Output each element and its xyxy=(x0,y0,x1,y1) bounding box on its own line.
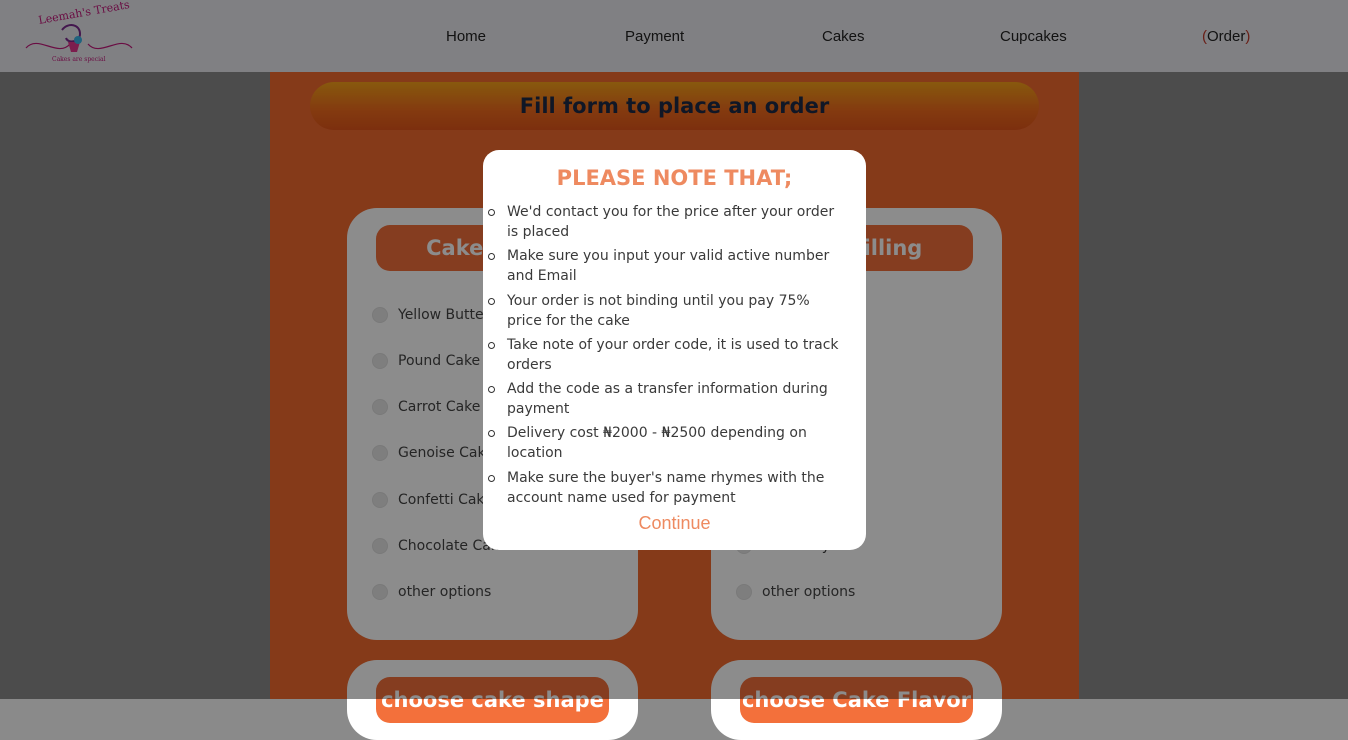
modal-title: PLEASE NOTE THAT; xyxy=(556,166,793,190)
bullet-icon xyxy=(488,386,495,394)
note-modal: PLEASE NOTE THAT; We'd contact you for t… xyxy=(483,150,866,550)
note-item: Delivery cost ₦2000 - ₦2500 depending on… xyxy=(488,423,847,463)
notes-list: We'd contact you for the price after you… xyxy=(488,202,847,512)
note-item: Take note of your order code, it is used… xyxy=(488,335,847,375)
bullet-icon xyxy=(488,297,495,305)
continue-button[interactable]: Continue xyxy=(483,513,866,534)
bullet-icon xyxy=(488,253,495,261)
bullet-icon xyxy=(488,474,495,482)
note-item: Make sure the buyer's name rhymes with t… xyxy=(488,468,847,508)
note-item: We'd contact you for the price after you… xyxy=(488,202,847,242)
bullet-icon xyxy=(488,430,495,438)
note-item: Your order is not binding until you pay … xyxy=(488,291,847,331)
bullet-icon xyxy=(488,341,495,349)
note-item: Add the code as a transfer information d… xyxy=(488,379,847,419)
note-item: Make sure you input your valid active nu… xyxy=(488,246,847,286)
bullet-icon xyxy=(488,209,495,216)
